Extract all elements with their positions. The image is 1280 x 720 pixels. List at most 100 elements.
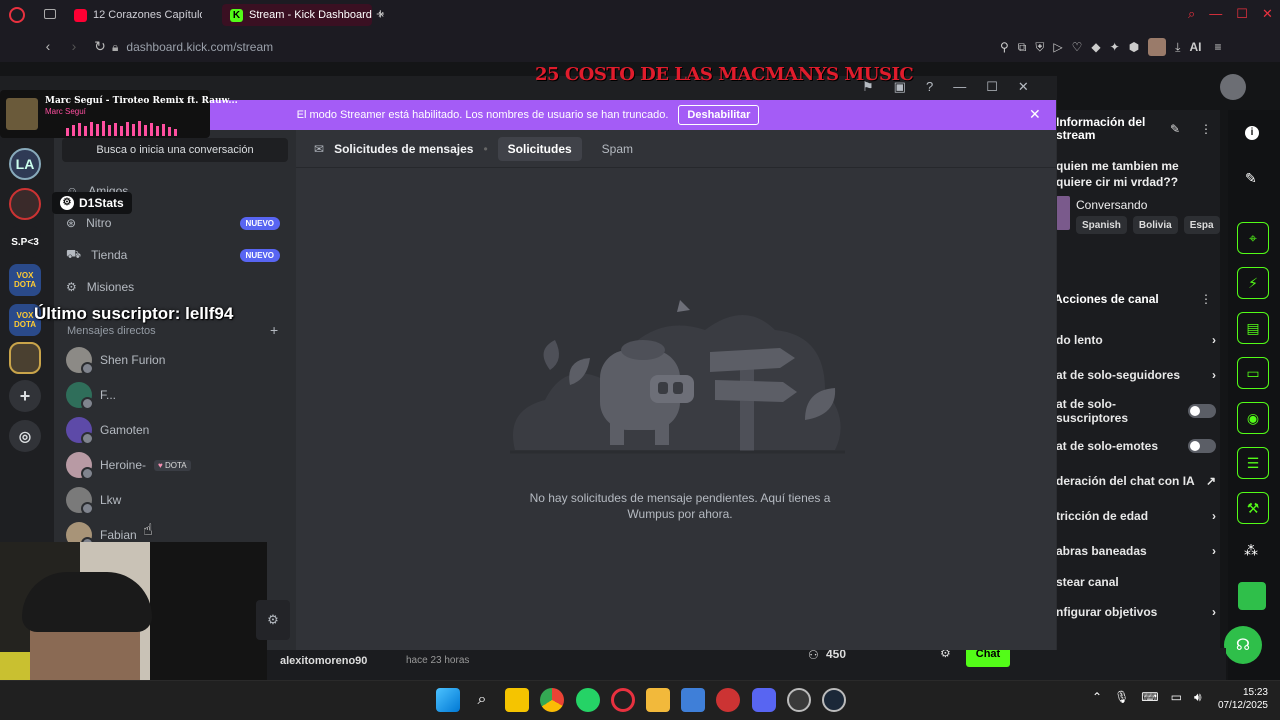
action-configure-goals[interactable]: nfigurar objetivos › <box>1056 603 1216 621</box>
shield-icon[interactable]: ⛨ <box>1035 40 1044 55</box>
nav-store[interactable]: ⛟ Tienda NUEVO <box>66 243 280 267</box>
tag[interactable]: Bolivia <box>1132 216 1178 234</box>
snapshot-icon[interactable]: ⧉ <box>1018 40 1027 55</box>
action-ai-moderation[interactable]: deración del chat con IA ↗ <box>1056 472 1216 490</box>
server-icon-gold[interactable] <box>9 342 41 374</box>
back-icon[interactable]: ‹ <box>40 38 56 55</box>
extension-icon[interactable]: ◆ <box>1091 40 1100 54</box>
play-icon[interactable]: ▷ <box>1053 40 1062 54</box>
minimize-icon[interactable]: — <box>1209 6 1222 22</box>
edit-icon[interactable]: ✎ <box>1170 122 1180 136</box>
close-window-icon[interactable]: ✕ <box>1262 6 1273 22</box>
notes-app-icon[interactable] <box>505 688 529 712</box>
keyboard-icon[interactable]: ⌨ <box>1141 690 1158 705</box>
tab-requests[interactable]: Solicitudes <box>497 136 582 161</box>
mic-icon[interactable]: 🎙︎ <box>1114 690 1129 705</box>
chrome-icon[interactable] <box>540 688 564 712</box>
action-age-restriction[interactable]: tricción de edad › <box>1056 507 1216 525</box>
taskbar-clock[interactable]: 15:23 07/12/2025 <box>1208 686 1268 712</box>
profile-avatar[interactable] <box>1148 38 1167 56</box>
heart-icon[interactable]: ♡ <box>1072 40 1083 54</box>
discover-icon[interactable]: ◎ <box>9 420 41 452</box>
download-icon[interactable]: ⤓ <box>1175 40 1180 55</box>
tab-spam[interactable]: Spam <box>592 137 643 161</box>
add-server-icon[interactable]: + <box>9 380 41 412</box>
actions-more-icon[interactable]: ⋮ <box>1200 292 1212 306</box>
dm-item[interactable]: Gamoten <box>66 415 280 445</box>
pencil-icon[interactable]: ✎ <box>1245 170 1257 187</box>
account-avatar[interactable] <box>1220 74 1246 100</box>
nav-nitro[interactable]: ⊛ Nitro NUEVO <box>66 211 280 235</box>
wrench-button[interactable]: ⚒ <box>1237 492 1269 524</box>
steam-icon[interactable] <box>822 688 846 712</box>
dm-item[interactable]: Shen Furion <box>66 345 280 375</box>
forward-icon[interactable]: › <box>66 38 82 55</box>
help-icon[interactable]: ? <box>926 79 933 95</box>
tab-youtube[interactable]: 12 Corazones Capítulo Co <box>66 4 210 26</box>
obs-icon[interactable] <box>787 688 811 712</box>
action-host-channel[interactable]: stear canal <box>1056 573 1216 591</box>
tag[interactable]: Spanish <box>1076 216 1127 234</box>
store-app-icon[interactable] <box>681 688 705 712</box>
dm-item[interactable]: Lkw <box>66 485 280 515</box>
share-icon[interactable]: ⁂ <box>1244 542 1258 559</box>
info-icon[interactable]: i <box>1245 126 1259 140</box>
layout-button[interactable]: ☰ <box>1237 447 1269 479</box>
green-app-button[interactable] <box>1238 582 1266 610</box>
support-button[interactable]: ☊ <box>1224 626 1262 664</box>
toggle-switch[interactable] <box>1188 439 1216 453</box>
new-tab-icon[interactable]: + <box>376 6 385 23</box>
server-tooltip: ⚙ D1Stats <box>52 192 132 214</box>
url-field[interactable]: 🔒︎ dashboard.kick.com/stream <box>112 37 852 57</box>
whatsapp-icon[interactable] <box>576 688 600 712</box>
dm-item[interactable]: Heroine- ♥ DOTA <box>66 450 280 480</box>
broadcast-button[interactable]: ◉ <box>1237 402 1269 434</box>
action-subscribers-only[interactable]: at de solo-suscriptores <box>1056 397 1216 425</box>
chat-button[interactable]: ▭ <box>1237 357 1269 389</box>
volume-icon[interactable]: 🔊︎ <box>1194 690 1202 705</box>
maximize-icon[interactable]: ☐ <box>986 79 998 95</box>
clip-button[interactable]: ⌖ <box>1237 222 1269 254</box>
tab-kick-dashboard[interactable]: K Stream - Kick Dashboard × <box>222 4 384 26</box>
file-explorer-icon[interactable] <box>646 688 670 712</box>
action-banned-words[interactable]: abras baneadas › <box>1056 542 1216 560</box>
opera-icon[interactable] <box>611 688 635 712</box>
action-slow-mode[interactable]: do lento › <box>1056 331 1216 349</box>
tabs-icon[interactable] <box>44 9 56 19</box>
start-icon[interactable] <box>436 688 460 712</box>
ai-button[interactable]: AI <box>1189 40 1201 54</box>
search-icon[interactable]: ⌕ <box>1188 6 1195 22</box>
opera-logo-icon[interactable] <box>9 7 25 23</box>
more-icon[interactable]: ⋮ <box>1200 122 1212 136</box>
discord-taskbar-icon[interactable] <box>752 688 776 712</box>
toggle-switch[interactable] <box>1188 404 1216 418</box>
server-icon-red[interactable] <box>9 188 41 220</box>
disable-streamer-mode-button[interactable]: Deshabilitar <box>678 105 760 125</box>
server-icon-sp[interactable]: S.P<3 <box>9 226 41 258</box>
menu-icon[interactable]: ≡ <box>1214 40 1221 54</box>
display-icon[interactable]: ▭ <box>1171 690 1182 705</box>
chevron-up-icon[interactable]: ⌃ <box>1092 690 1102 705</box>
reload-icon[interactable]: ↻ <box>92 38 108 55</box>
action-followers-only[interactable]: at de solo-seguidores › <box>1056 366 1216 384</box>
server-icon-la[interactable]: LA <box>9 148 41 180</box>
minimize-icon[interactable]: — <box>953 79 966 95</box>
dm-item[interactable]: F... <box>66 380 280 410</box>
taskbar-search-icon[interactable]: ⌕ <box>470 688 494 712</box>
close-icon[interactable]: ✕ <box>1018 79 1029 95</box>
maximize-icon[interactable]: ☐ <box>1236 6 1248 22</box>
server-icon-vox-1[interactable]: VOX DOTA <box>9 264 41 296</box>
banner-close-icon[interactable]: ✕ <box>1029 106 1041 123</box>
tag[interactable]: Espa <box>1183 216 1220 234</box>
conversation-search-input[interactable]: Busca o inicia una conversación <box>62 138 288 162</box>
user-settings-icon[interactable]: ⚙ <box>256 600 290 640</box>
action-emotes-only[interactable]: at de solo-emotes <box>1056 437 1216 455</box>
cube-icon[interactable]: ⬢ <box>1129 40 1139 54</box>
nav-quests[interactable]: ⚙ Misiones <box>66 275 280 299</box>
puzzle-icon[interactable]: ✦ <box>1110 40 1120 54</box>
recorder-icon[interactable] <box>716 688 740 712</box>
create-dm-icon[interactable]: + <box>270 322 278 338</box>
notes-button[interactable]: ▤ <box>1237 312 1269 344</box>
pin-icon[interactable]: ⚲ <box>1000 40 1009 54</box>
lightning-button[interactable]: ⚡︎ <box>1237 267 1269 299</box>
